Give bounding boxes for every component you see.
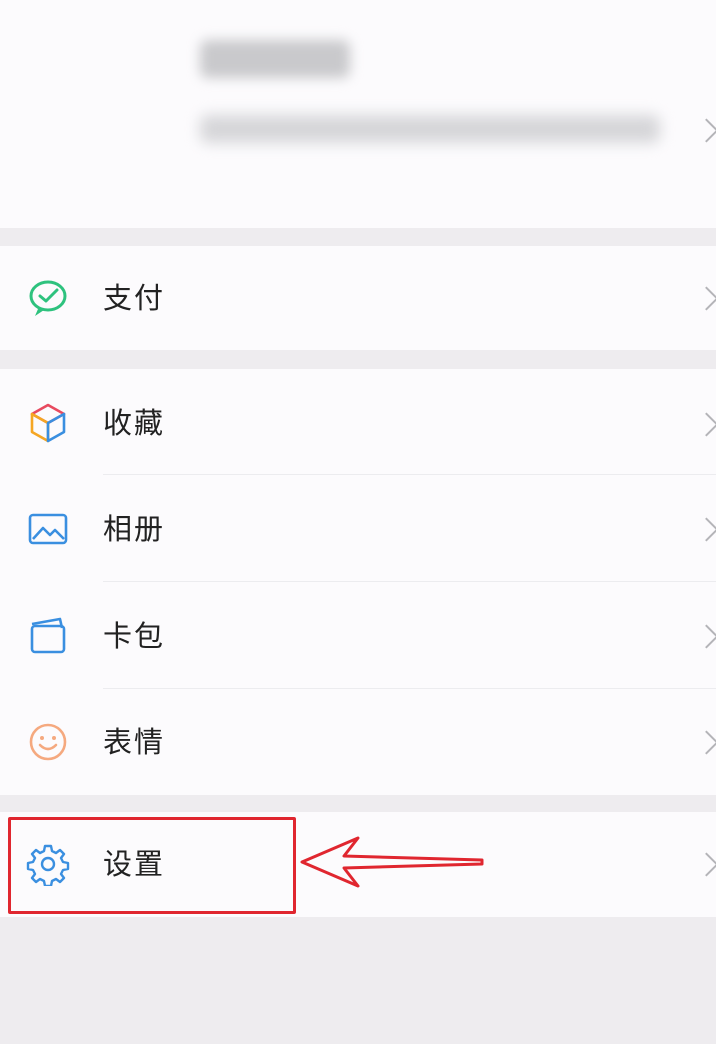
menu-item-cards[interactable]: 卡包 [0, 582, 716, 689]
profile-header[interactable] [0, 0, 716, 228]
menu-item-pay[interactable]: 支付 [0, 246, 716, 350]
menu-item-stickers[interactable]: 表情 [0, 689, 716, 795]
chevron-right-icon [702, 409, 716, 439]
annotation-arrow-icon [300, 836, 484, 888]
cube-icon [26, 401, 70, 445]
chevron-right-icon [702, 621, 716, 651]
smile-icon [26, 720, 70, 764]
chevron-right-icon [702, 115, 716, 145]
wechat-pay-icon [26, 276, 70, 320]
chevron-right-icon [702, 514, 716, 544]
wallet-icon [26, 614, 70, 658]
menu-item-album-label: 相册 [103, 512, 166, 546]
menu-item-pay-label: 支付 [103, 281, 166, 315]
menu-item-favorites-label: 收藏 [103, 406, 166, 440]
photo-icon [26, 507, 70, 551]
menu-item-stickers-label: 表情 [103, 725, 166, 759]
menu-item-favorites[interactable]: 收藏 [0, 369, 716, 475]
chevron-right-icon [702, 283, 716, 313]
profile-wechat-id-blurred [200, 115, 660, 143]
profile-wechat-id [0, 0, 1, 1]
menu-item-album[interactable]: 相册 [0, 475, 716, 582]
chevron-right-icon [702, 727, 716, 757]
chevron-right-icon [702, 849, 716, 879]
profile-name [0, 0, 1, 1]
menu-item-cards-label: 卡包 [103, 619, 166, 653]
profile-name-blurred [200, 40, 350, 78]
highlight-box [8, 817, 296, 914]
